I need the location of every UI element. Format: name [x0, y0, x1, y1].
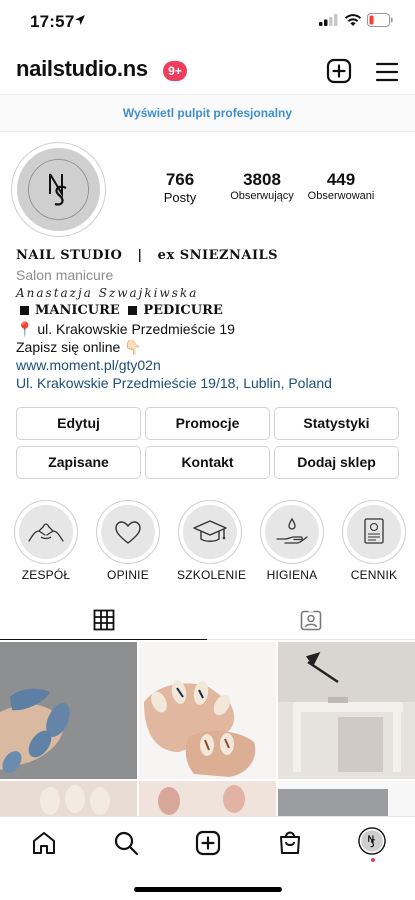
- bio-display-name: NAIL STUDIO | ex SNIEZNAILS: [16, 248, 279, 263]
- bio-service-manicure: MANICURE: [35, 303, 120, 318]
- highlight-team[interactable]: ZESPÓŁ: [13, 500, 79, 582]
- tab-posts-grid[interactable]: [0, 600, 207, 640]
- highlight-label: OPINIE: [107, 568, 149, 582]
- following-count: 449: [326, 170, 356, 189]
- contact-button[interactable]: Kontakt: [145, 446, 270, 479]
- posts-count: 766: [165, 170, 195, 189]
- highlight-hygiene[interactable]: HIGIENA: [259, 500, 325, 582]
- price-list-icon: [364, 518, 384, 544]
- post-thumbnail[interactable]: [139, 781, 276, 816]
- post-image-hands-abstract-nails: [139, 642, 276, 779]
- bio-owner-name: Anastazja Szwajkiwska: [16, 286, 199, 300]
- highlight-cover: [19, 505, 73, 559]
- highlight-cover: [347, 505, 401, 559]
- profile-avatar-tab[interactable]: [358, 827, 386, 855]
- professional-dashboard-link[interactable]: Wyświetl pulpit profesjonalny: [0, 94, 415, 132]
- highlight-price-list[interactable]: CENNIK: [341, 500, 407, 582]
- profile-tabs: [0, 600, 415, 640]
- posts-stat[interactable]: 766 Posty: [150, 170, 210, 205]
- tagged-person-icon: [300, 609, 322, 631]
- highlight-ring: [342, 500, 406, 564]
- edit-profile-button[interactable]: Edytuj: [16, 407, 141, 440]
- post-thumbnail[interactable]: [278, 781, 415, 816]
- black-square-icon: [128, 305, 138, 315]
- highlight-reviews[interactable]: OPINIE: [95, 500, 161, 582]
- hand-wash-icon: [276, 517, 308, 544]
- saved-button[interactable]: Zapisane: [16, 446, 141, 479]
- highlight-label: ZESPÓŁ: [21, 568, 71, 582]
- post-thumbnail[interactable]: [0, 781, 137, 816]
- cellular-signal-icon: [319, 14, 338, 26]
- ns-monogram-logo: [28, 159, 89, 220]
- notification-dot: [371, 858, 375, 862]
- bio-website-link[interactable]: www.moment.pl/gty02n: [16, 356, 406, 374]
- create-icon[interactable]: [194, 829, 222, 857]
- hamburger-menu-icon[interactable]: [373, 58, 401, 86]
- graduation-cap-icon: [193, 520, 227, 542]
- bio-service-pedicure: PEDICURE: [143, 303, 223, 318]
- highlight-label: CENNIK: [350, 568, 398, 582]
- highlight-label: SZKOLENIE: [177, 568, 247, 582]
- status-time: 17:57: [30, 12, 75, 31]
- bio-address: 📍 ul. Krakowskie Przedmieście 19: [16, 321, 235, 337]
- username-switcher[interactable]: nailstudio.ns: [16, 56, 148, 82]
- search-icon[interactable]: [112, 829, 140, 857]
- heart-icon: [115, 521, 141, 544]
- highlight-cover: [265, 505, 319, 559]
- promotions-button[interactable]: Promocje: [145, 407, 270, 440]
- avatar-logo: [17, 148, 100, 231]
- profile-bio: NAIL STUDIO | ex SNIEZNAILS Salon manicu…: [16, 246, 406, 392]
- bio-booking: Zapisz się online 👇🏻: [16, 339, 142, 355]
- bio-location-link[interactable]: Ul. Krakowskie Przedmieście 19/18, Lubli…: [16, 374, 406, 392]
- followers-stat[interactable]: 3808 Obserwujący: [222, 170, 302, 202]
- highlight-ring: [260, 500, 324, 564]
- add-shop-button[interactable]: Dodaj sklep: [274, 446, 399, 479]
- following-stat[interactable]: 449 Obserwowani: [302, 170, 380, 202]
- highlight-ring: [14, 500, 78, 564]
- highlight-ring: [178, 500, 242, 564]
- following-label: Obserwowani: [307, 190, 375, 202]
- home-icon[interactable]: [30, 829, 58, 857]
- bio-services: MANICURE PEDICURE: [16, 302, 406, 320]
- tab-tagged[interactable]: [207, 600, 415, 640]
- wifi-icon: [344, 14, 362, 26]
- profile-avatar[interactable]: [11, 142, 106, 237]
- create-plus-icon[interactable]: [325, 57, 353, 85]
- bio-category: Salon manicure: [16, 267, 114, 283]
- followers-label: Obserwujący: [230, 190, 294, 202]
- status-bar: 17:57: [0, 0, 415, 44]
- post-image-pink-nails: [139, 781, 276, 816]
- location-arrow-icon: [75, 15, 85, 25]
- highlight-cover: [101, 505, 155, 559]
- highlight-label: HIGIENA: [266, 568, 318, 582]
- followers-count: 3808: [243, 170, 281, 189]
- profile-header: nailstudio.ns 9+: [0, 52, 415, 92]
- post-image-blue-nails: [0, 642, 137, 779]
- insights-button[interactable]: Statystyki: [274, 407, 399, 440]
- post-thumbnail[interactable]: [139, 642, 276, 779]
- post-thumbnail[interactable]: [0, 642, 137, 779]
- posts-label: Posty: [163, 190, 197, 205]
- grid-icon: [93, 609, 115, 631]
- notification-badge[interactable]: 9+: [163, 61, 187, 81]
- home-indicator[interactable]: [134, 887, 282, 892]
- post-image-nude-nails: [0, 781, 137, 816]
- highlight-cover: [183, 505, 237, 559]
- pinky-promise-icon: [28, 523, 64, 542]
- post-image-salon-interior: [278, 642, 415, 779]
- highlight-ring: [96, 500, 160, 564]
- post-image-gray-nails: [278, 781, 415, 816]
- shop-icon[interactable]: [276, 829, 304, 857]
- black-square-icon: [20, 305, 29, 315]
- post-thumbnail[interactable]: [278, 642, 415, 779]
- battery-low-icon: [367, 13, 393, 27]
- highlight-training[interactable]: SZKOLENIE: [177, 500, 247, 582]
